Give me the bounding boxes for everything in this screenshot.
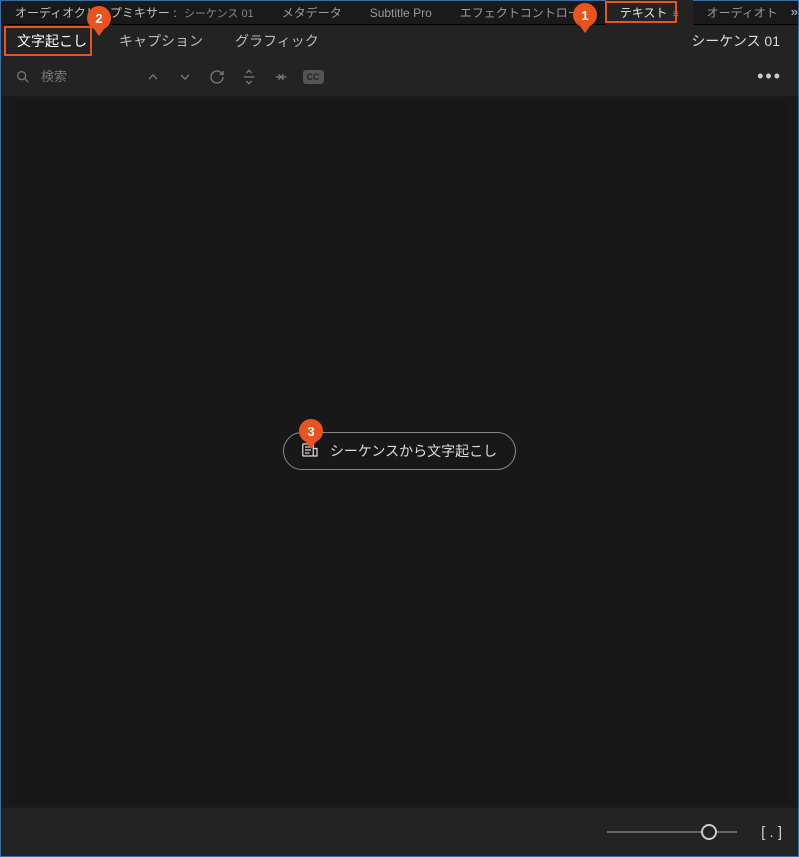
transcribe-icon [302, 442, 320, 461]
tab-effect-controls[interactable]: エフェクトコントロール [446, 0, 606, 25]
bottom-bar: [ . ] [1, 808, 798, 856]
fit-to-window-icon[interactable]: [ . ] [761, 824, 782, 841]
text-panel-subtabs: 文字起こし キャプション グラフィック [1, 25, 335, 57]
sequence-name-label: シーケンス 01 [691, 31, 788, 51]
prev-result-icon[interactable] [143, 67, 163, 87]
tab-text[interactable]: テキスト ≡ [606, 0, 693, 25]
subtab-graphics[interactable]: グラフィック [219, 25, 335, 57]
tab-audio-clip-mixer[interactable]: オーディオクリップミキサー : シーケンス 01 [1, 0, 268, 25]
transcribe-button-label: シーケンスから文字起こし [330, 441, 497, 461]
tab-label: テキスト [620, 6, 668, 20]
text-panel-subtabs-row: 文字起こし キャプション グラフィック シーケンス 01 [1, 25, 798, 57]
zoom-slider-thumb[interactable] [701, 824, 717, 840]
tabs-overflow-icon[interactable]: » [791, 4, 794, 19]
tab-sublabel: シーケンス 01 [184, 8, 254, 20]
tab-subtitle-pro[interactable]: Subtitle Pro [356, 2, 446, 24]
search-input[interactable] [41, 69, 131, 84]
tab-metadata[interactable]: メタデータ [268, 0, 356, 25]
search-group [13, 67, 131, 87]
cc-badge: CC [303, 70, 324, 84]
transcription-toolbar: CC ••• [1, 57, 798, 97]
tab-label: オーディオクリップミキサー : [15, 6, 177, 20]
subtab-captions[interactable]: キャプション [103, 25, 219, 57]
refresh-icon[interactable] [207, 67, 227, 87]
zoom-slider[interactable] [607, 831, 737, 833]
panel-tab-bar: オーディオクリップミキサー : シーケンス 01 メタデータ Subtitle … [1, 1, 798, 25]
tab-audio-track[interactable]: オーディオト [693, 0, 792, 25]
panel-menu-icon[interactable]: ≡ [673, 9, 679, 20]
merge-icon[interactable] [271, 67, 291, 87]
split-icon[interactable] [239, 67, 259, 87]
transcribe-sequence-button[interactable]: シーケンスから文字起こし [283, 432, 516, 470]
search-icon[interactable] [13, 67, 33, 87]
transcription-content-area: シーケンスから文字起こし [9, 98, 790, 804]
subtab-transcription[interactable]: 文字起こし [1, 25, 103, 57]
next-result-icon[interactable] [175, 67, 195, 87]
cc-icon[interactable]: CC [303, 67, 323, 87]
more-options-icon[interactable]: ••• [753, 66, 786, 87]
